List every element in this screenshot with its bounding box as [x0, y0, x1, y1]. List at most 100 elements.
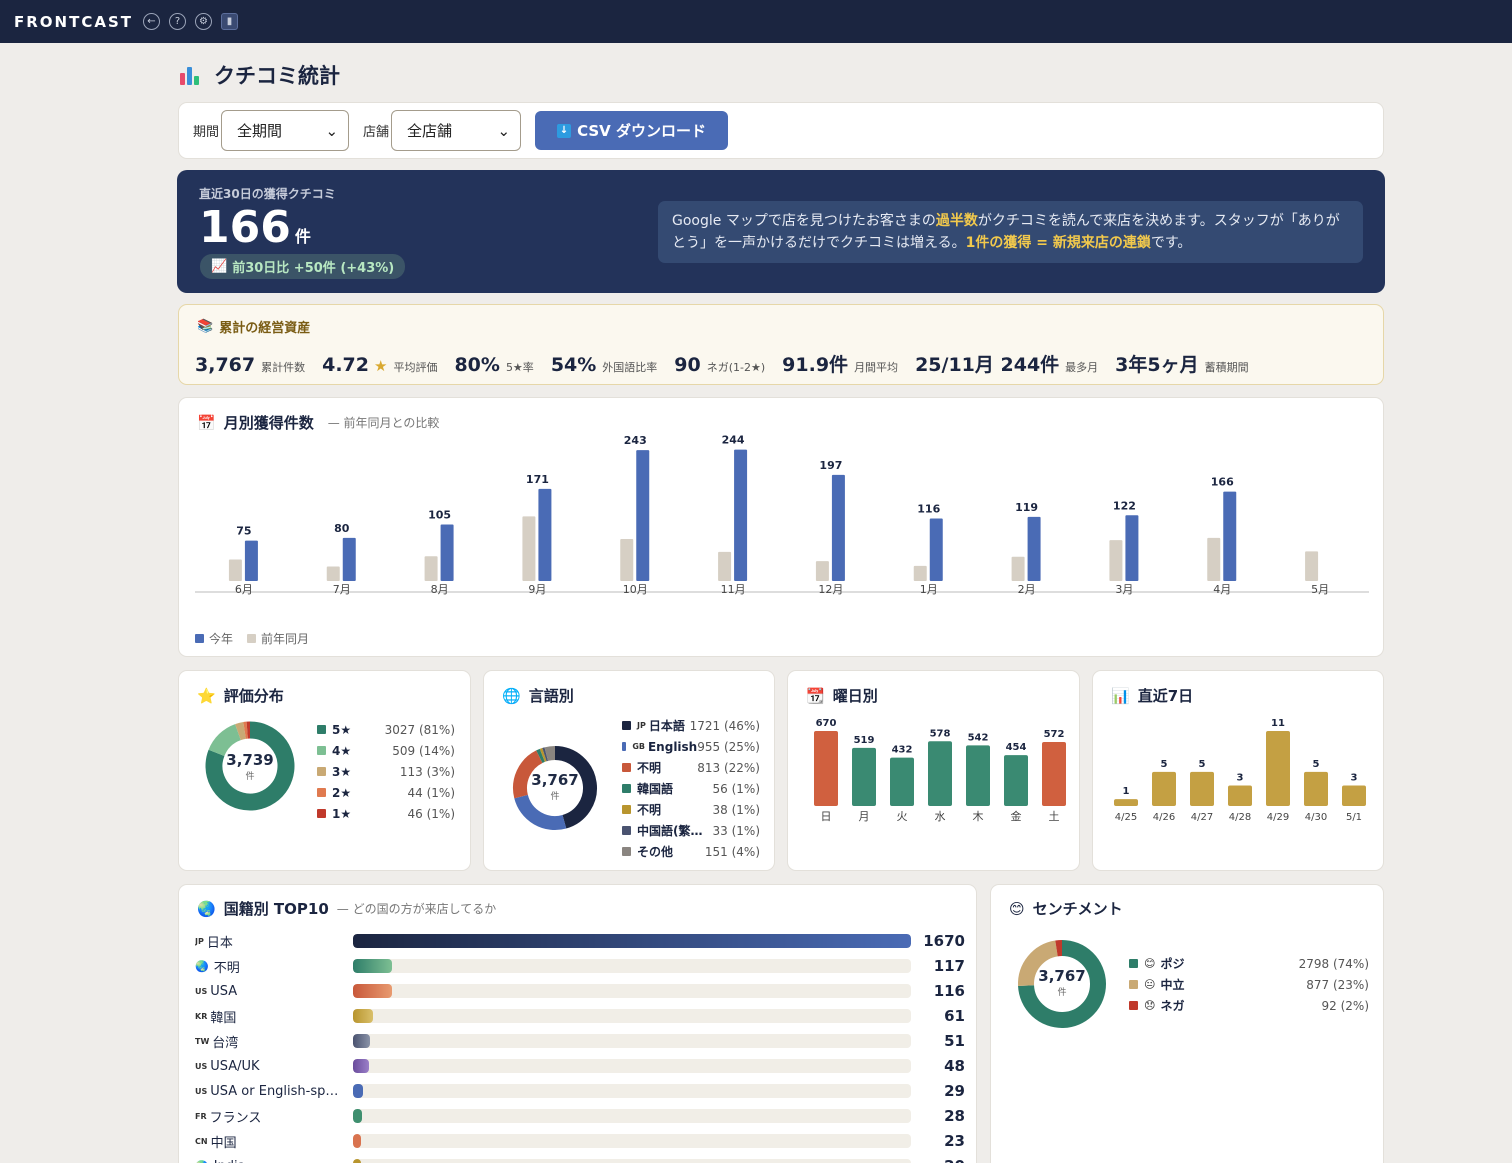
- legend-swatch: [1129, 1001, 1138, 1010]
- nationality-bar-track: [353, 959, 911, 973]
- legend-swatch: [622, 805, 631, 814]
- legend-label: ポジ: [1160, 957, 1185, 971]
- bar-label: 519: [854, 735, 875, 746]
- books-icon: 📚: [197, 319, 214, 334]
- legend-value: 113 (3%): [399, 764, 455, 779]
- flag-code: US: [195, 1086, 208, 1096]
- bar-prev: [815, 561, 829, 581]
- asset-item: 80% 5★率: [454, 354, 533, 376]
- growth-badge: 📈 前30日比 +50件 (+43%): [200, 254, 406, 279]
- asset-item: 4.72 ★ 平均評価: [322, 354, 437, 376]
- nationality-name: KR 韓国: [195, 1007, 353, 1026]
- last7-title-text: 直近7日: [1137, 687, 1194, 705]
- sentiment-center-value: 3,767: [1038, 967, 1086, 985]
- legend-row: 2★ 44 (1%): [317, 782, 455, 803]
- bar-current: [1027, 516, 1041, 581]
- nationality-bar-track: [353, 1109, 911, 1123]
- asset-value: 54%: [550, 354, 597, 376]
- nationality-bar-track: [353, 1084, 911, 1098]
- nationality-title: 🌏 国籍別 TOP10 — どの国の方が来店してるか: [197, 898, 496, 919]
- recent-reviews-hero: 直近30日の獲得クチコミ 166 件 📈 前30日比 +50件 (+43%) Goo…: [177, 170, 1385, 293]
- flag-code: CN: [195, 1136, 208, 1146]
- nationality-bar-track: [353, 1159, 911, 1163]
- bar-label: 578: [930, 728, 951, 739]
- flag-code: JP: [637, 721, 646, 730]
- language-title-text: 言語別: [528, 687, 574, 705]
- legend-swatch: [317, 725, 326, 734]
- help-icon[interactable]: ?: [169, 13, 186, 30]
- asset-label: 最多月: [1065, 361, 1099, 374]
- weekday-tick-label: 日: [821, 810, 832, 823]
- legend-swatch: [317, 809, 326, 818]
- legend-swatch: [317, 767, 326, 776]
- bar-label: 670: [816, 718, 837, 729]
- flag-code: US: [195, 1061, 208, 1071]
- brand-logo[interactable]: FRONTCAST: [14, 13, 133, 31]
- period-select[interactable]: 全期間 ⌄: [221, 110, 350, 151]
- legend-value: 56 (1%): [712, 781, 760, 796]
- legend-label: 4★: [332, 743, 352, 758]
- donut-slice: [542, 747, 549, 762]
- weekday-tick-label: 火: [897, 810, 908, 823]
- day-bar: [1304, 771, 1328, 806]
- assets-row: 3,767 累計件数 4.72 ★ 平均評価 80% 5★率 54% 外国語比率 90 ネガ(1-2…: [195, 350, 1266, 377]
- nationality-row: US USA/UK 48: [195, 1057, 965, 1075]
- legend-label: 韓国語: [637, 782, 674, 796]
- weekday-bar: [1004, 755, 1028, 806]
- monthly-bar-chart: 75 6月 80 7月 105 8月 171 9月 243 10月 244 11月 197 12月 116 1…: [195, 434, 1369, 596]
- csv-download-button[interactable]: ↓ CSV ダウンロード: [535, 111, 729, 150]
- rating-center: 3,739 件: [200, 751, 300, 782]
- hero-message-part: 1件の獲得 = 新規来店の連鎖: [965, 235, 1151, 251]
- stats-icon[interactable]: ▮: [221, 13, 238, 30]
- bar-chart-icon: 📊: [1111, 686, 1130, 705]
- top-bar: FRONTCAST ← ? ⚙ ▮: [0, 0, 1512, 43]
- day-bar: [1342, 785, 1366, 806]
- legend-swatch: [622, 721, 631, 730]
- cumulative-assets-card: 📚 累計の経営資産 3,767 累計件数 4.72 ★ 平均評価 80% 5★率 54% 外国語比…: [178, 304, 1384, 385]
- legend-swatch: [317, 746, 326, 755]
- asset-label: 月間平均: [854, 361, 899, 374]
- legend-label: 2★: [332, 785, 352, 800]
- date-tick-label: 4/28: [1229, 812, 1251, 823]
- hero-value: 166 件: [199, 202, 311, 253]
- bar-current: [440, 524, 454, 581]
- bar-prev: [718, 551, 732, 581]
- back-icon[interactable]: ←: [143, 13, 160, 30]
- bar-label: 116: [917, 503, 940, 516]
- nationality-name: CN 中国: [195, 1132, 353, 1151]
- legend-value: 509 (14%): [392, 743, 455, 758]
- monthly-chart-card: 📅 月別獲得件数 — 前年同月との比較 75 6月 80 7月 105 8月 171 9月 24…: [178, 397, 1384, 657]
- legend-swatch: [622, 742, 627, 751]
- month-tick-label: 12月: [818, 583, 843, 596]
- nationality-bar-track: [353, 1009, 911, 1023]
- nationality-row: US USA or English-sp… 29: [195, 1082, 965, 1100]
- flag-code: TW: [195, 1036, 210, 1046]
- hero-message-part: です。: [1150, 235, 1192, 251]
- bar-current: [1223, 491, 1237, 581]
- nationality-bar-track: [353, 984, 911, 998]
- flag-code: GB: [632, 742, 645, 751]
- nationality-value: 61: [944, 1007, 965, 1025]
- nationality-bar: [353, 1109, 363, 1123]
- legend-value: 877 (23%): [1306, 977, 1369, 992]
- nationality-label: 韓国: [210, 1010, 237, 1026]
- period-label: 期間: [193, 125, 220, 140]
- bar-prev: [1207, 537, 1221, 581]
- asset-item: 54% 外国語比率: [551, 354, 657, 376]
- nationality-row: KR 韓国 61: [195, 1007, 965, 1026]
- legend-label: 日本語: [648, 719, 685, 733]
- nationality-value: 116: [933, 982, 965, 1000]
- store-select[interactable]: 全店舗 ⌄: [391, 110, 522, 151]
- nationality-bar: [353, 1034, 371, 1048]
- asset-value: 25/11月 244件: [915, 354, 1060, 376]
- legend-label: English: [647, 739, 698, 754]
- chevron-down-icon: ⌄: [325, 121, 339, 140]
- bar-label: 5: [1313, 759, 1320, 770]
- hero-message-part: Google マップで店を見つけたお客さまの: [672, 213, 936, 229]
- asset-label: 外国語比率: [602, 361, 658, 374]
- nationality-name: TW 台湾: [195, 1032, 353, 1051]
- settings-icon[interactable]: ⚙: [195, 13, 212, 30]
- weekday-bar-chart: 670 日 519 月 432 火 578 水 542 木 454 金 572 土: [814, 718, 1066, 823]
- legend-label: その他: [637, 845, 674, 859]
- nationality-bar-track: [353, 1134, 911, 1148]
